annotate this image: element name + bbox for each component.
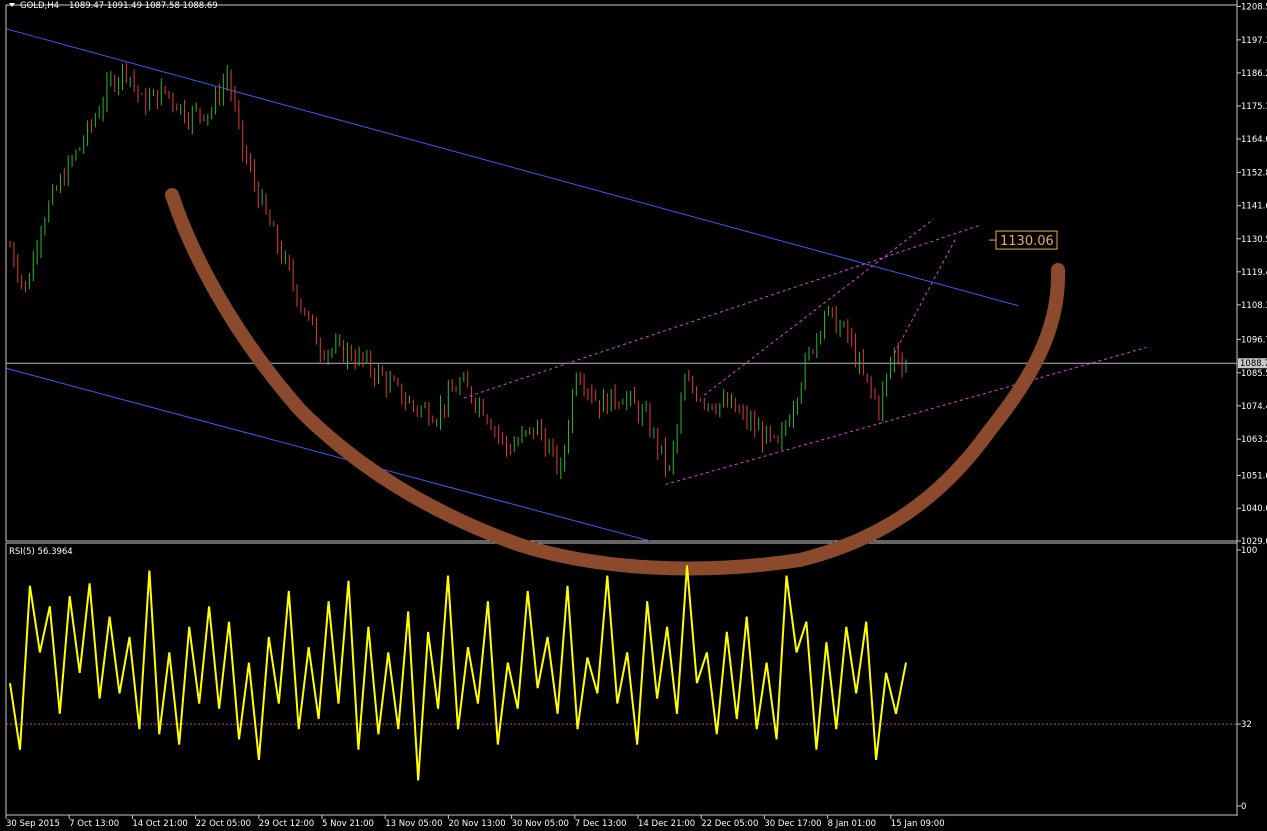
time-tick-label: 30 Dec 17:00 <box>764 819 821 829</box>
time-tick-label: 29 Oct 12:00 <box>259 819 314 829</box>
time-tick-label: 5 Nov 21:00 <box>322 819 374 829</box>
rsi-axis: 100 32 0 <box>1237 546 1257 812</box>
price-chart[interactable]: GOLD,H4 1089.47 1091.49 1087.58 1088.69 … <box>0 0 1267 831</box>
price-tick-label: 1096.7 <box>1241 335 1267 345</box>
price-tick-label: 1108.3 <box>1241 301 1267 311</box>
price-tick-label: 1208.5 <box>1241 2 1267 12</box>
time-axis: 30 Sep 2015 7 Oct 13:00 14 Oct 21:00 22 Oct… <box>5 815 945 829</box>
channel-line <box>5 28 1019 307</box>
price-label-box[interactable]: 1130.06 <box>989 230 1058 250</box>
rsi-tick-label: 32 <box>1241 720 1252 730</box>
rsi-label: RSI(5) 56.3964 <box>9 547 73 557</box>
trend-line <box>893 237 957 354</box>
price-tick-label: 1040.0 <box>1241 504 1267 514</box>
candlestick-series <box>9 62 907 479</box>
price-tick-label: 1186.2 <box>1241 69 1267 79</box>
price-tick-label: 1119.4 <box>1241 268 1267 278</box>
cup-curve-drawing[interactable] <box>165 188 1066 576</box>
price-tick-label: 1130.5 <box>1241 235 1267 245</box>
rsi-line <box>9 565 907 781</box>
price-tick-label: 1197.3 <box>1241 36 1267 46</box>
ohlc-label: 1089.47 1091.49 1087.58 1088.69 <box>69 1 218 11</box>
time-tick-label: 13 Nov 05:00 <box>385 819 442 829</box>
time-tick-label: 15 Jan 09:00 <box>891 819 945 829</box>
price-axis: 1208.5 1197.3 1186.2 1175.1 1164.0 1152.8 1141… <box>1237 2 1267 547</box>
price-tick-label: 1085.5 <box>1241 369 1267 379</box>
time-tick-label: 14 Dec 21:00 <box>638 819 695 829</box>
price-tick-label: 1141.6 <box>1241 202 1267 212</box>
time-tick-label: 8 Jan 01:00 <box>828 819 876 829</box>
time-tick-label: 30 Sep 2015 <box>6 819 60 829</box>
price-label-text: 1130.06 <box>1000 234 1054 249</box>
time-tick-label: 14 Oct 21:00 <box>132 819 187 829</box>
price-tick-label: 1175.1 <box>1241 102 1267 112</box>
price-tick-label: 1051.0 <box>1241 471 1267 481</box>
chart-header: GOLD,H4 1089.47 1091.49 1087.58 1088.69 <box>9 1 218 11</box>
price-tick-label: 1152.8 <box>1241 168 1267 178</box>
price-tick-label: 1063.2 <box>1241 435 1267 445</box>
time-tick-label: 30 Nov 05:00 <box>512 819 569 829</box>
time-tick-label: 20 Nov 13:00 <box>448 819 505 829</box>
symbol-label: GOLD,H4 <box>20 1 59 11</box>
price-tick-label: 1074.4 <box>1241 402 1267 412</box>
rsi-tick-label: 100 <box>1241 546 1257 556</box>
price-tick-label: 1164.0 <box>1241 135 1267 145</box>
time-tick-label: 7 Dec 13:00 <box>575 819 627 829</box>
time-tick-label: 22 Oct 05:00 <box>196 819 251 829</box>
time-tick-label: 7 Oct 13:00 <box>69 819 119 829</box>
descending-channel-lines[interactable] <box>5 28 1019 542</box>
rsi-tick-label: 0 <box>1241 802 1246 812</box>
time-tick-label: 22 Dec 05:00 <box>701 819 758 829</box>
trend-line <box>703 219 934 396</box>
current-price-tag-label: 1088.7 <box>1240 359 1267 369</box>
